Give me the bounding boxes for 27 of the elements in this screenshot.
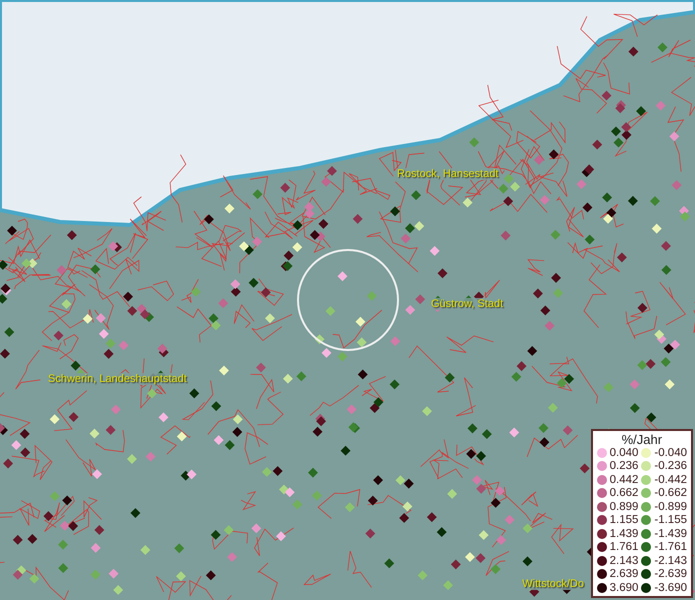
legend-value: -1.439 — [654, 528, 687, 540]
legend-title: %/Jahr — [620, 432, 664, 446]
legend-value: 1.439 — [610, 528, 638, 540]
legend-value: 0.662 — [610, 487, 638, 500]
legend-value: 1.761 — [610, 541, 638, 554]
legend-value: -0.236 — [654, 460, 687, 472]
place-label: Schwerin, Landeshauptstadt — [47, 373, 188, 385]
legend-value: -0.899 — [654, 500, 687, 513]
legend-value: -0.442 — [654, 474, 687, 486]
place-label: Güstrow, Stadt — [430, 298, 504, 310]
legend-value: 1.155 — [610, 514, 638, 526]
legend-value: 2.639 — [610, 568, 638, 580]
legend-value: 3.690 — [610, 582, 638, 594]
legend-value: -2.143 — [654, 554, 687, 567]
legend-value: 0.442 — [610, 474, 638, 486]
place-label: Wittstock/Do — [521, 578, 585, 590]
legend-value: -3.690 — [654, 582, 687, 594]
legend-value: -0.662 — [654, 487, 687, 500]
legend-value: 0.899 — [610, 500, 638, 513]
legend-value: 0.040 — [610, 446, 638, 459]
legend-value: -1.155 — [654, 514, 687, 526]
legend-value: -1.761 — [654, 541, 687, 554]
legend-value: 0.236 — [610, 460, 638, 472]
legend-value: -2.639 — [654, 568, 687, 580]
legend-value: 2.143 — [610, 554, 638, 567]
place-label: Rostock, Hansestadt — [396, 168, 500, 180]
legend-value: -0.040 — [654, 446, 687, 459]
